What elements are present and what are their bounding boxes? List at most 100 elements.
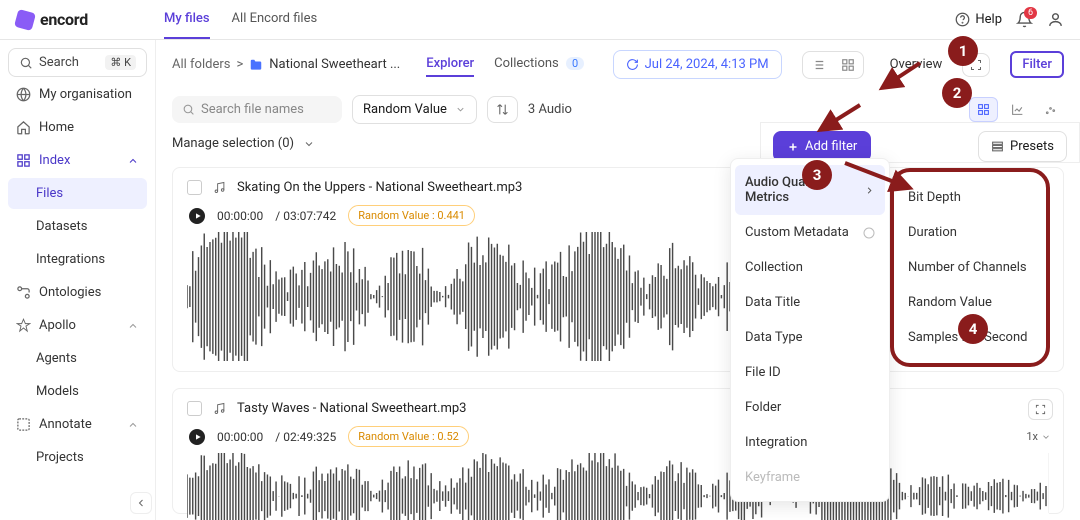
sidebar-item-ontologies[interactable]: Ontologies: [8, 277, 147, 308]
collections-count: 0: [566, 57, 584, 70]
sidebar-projects-label: Projects: [36, 450, 84, 465]
sidebar-integrations-label: Integrations: [36, 252, 105, 267]
filter-option-custom[interactable]: Custom Metadata: [731, 215, 889, 250]
file-checkbox[interactable]: [187, 401, 202, 416]
filter-option-file-id[interactable]: File ID: [731, 355, 889, 390]
sidebar-item-models[interactable]: Models: [8, 376, 147, 407]
play-button[interactable]: [189, 429, 205, 445]
random-value-pill: Random Value : 0.52: [348, 426, 469, 447]
home-icon: [16, 120, 31, 135]
sort-label: Random Value: [363, 102, 447, 117]
scatter-icon[interactable]: [1037, 98, 1064, 121]
duration-time: / 03:07:742: [275, 209, 336, 223]
tab-explorer[interactable]: Explorer: [426, 52, 474, 77]
sidebar-group-index[interactable]: Index: [8, 145, 147, 176]
annotation-arrow: [870, 58, 930, 98]
audio-file-icon: [212, 180, 227, 195]
help-link[interactable]: Help: [955, 12, 1002, 27]
expand-card-button[interactable]: [1028, 399, 1053, 420]
file-checkbox[interactable]: [187, 180, 202, 195]
manage-selection-label: Manage selection (0): [172, 136, 294, 151]
submenu-duration[interactable]: Duration: [894, 215, 1046, 250]
add-filter-label: Add filter: [805, 139, 857, 154]
annotation-3: 3: [802, 160, 832, 190]
date-filter-pill[interactable]: Jul 24, 2024, 4:13 PM: [613, 50, 782, 79]
submenu-channels[interactable]: Number of Channels: [894, 250, 1046, 285]
logo-icon: [14, 8, 36, 30]
filter-option-folder[interactable]: Folder: [731, 390, 889, 425]
presets-button[interactable]: Presets: [978, 131, 1067, 162]
layout-grid-active[interactable]: [969, 97, 998, 122]
sidebar-group-apollo[interactable]: Apollo: [8, 310, 147, 341]
sidebar-item-datasets[interactable]: Datasets: [8, 211, 147, 242]
sidebar-item-files[interactable]: Files: [8, 178, 147, 209]
file-count: 3 Audio: [528, 102, 572, 117]
index-icon: [16, 153, 31, 168]
filter-tab[interactable]: Filter: [1010, 51, 1064, 78]
brand-text: encord: [40, 10, 88, 29]
tab-collections[interactable]: Collections 0: [494, 52, 584, 77]
grid-view-icon[interactable]: [833, 52, 863, 78]
play-button[interactable]: [189, 208, 205, 224]
sidebar-datasets-label: Datasets: [36, 219, 88, 234]
filter-option-integration[interactable]: Integration: [731, 425, 889, 460]
search-file-names-input[interactable]: Search file names: [172, 96, 342, 123]
audio-file-icon: [212, 401, 227, 416]
date-label: Jul 24, 2024, 4:13 PM: [645, 57, 769, 72]
breadcrumb-sep: >: [236, 57, 243, 72]
file-title: Skating On the Uppers - National Sweethe…: [237, 180, 522, 195]
file-card: Tasty Waves - National Sweetheart.mp3 00…: [172, 388, 1064, 514]
tab-all-files[interactable]: All Encord files: [232, 0, 318, 39]
sidebar-item-agents[interactable]: Agents: [8, 343, 147, 374]
sidebar-group-annotate[interactable]: Annotate: [8, 409, 147, 440]
search-files-placeholder: Search file names: [201, 102, 304, 117]
annotation-4: 4: [958, 314, 988, 344]
annotation-arrow: [810, 100, 870, 140]
notifications-button[interactable]: 6: [1016, 11, 1033, 28]
collapse-sidebar-button[interactable]: [130, 492, 152, 514]
filter-option-data-type[interactable]: Data Type: [731, 320, 889, 355]
list-view-icon[interactable]: [803, 52, 833, 78]
chevron-up-icon: [127, 419, 139, 431]
chart-icon[interactable]: [1004, 98, 1031, 121]
filter-option-collection[interactable]: Collection: [731, 250, 889, 285]
tab-collections-label: Collections: [494, 56, 559, 71]
search-label: Search: [39, 55, 79, 70]
search-input[interactable]: Search ⌘ K: [8, 48, 147, 77]
sidebar-models-label: Models: [36, 384, 79, 399]
duration-time: / 02:49:325: [275, 430, 336, 444]
random-value-pill: Random Value : 0.441: [348, 205, 475, 226]
sidebar-index-label: Index: [39, 153, 70, 168]
sidebar-item-integrations[interactable]: Integrations: [8, 244, 147, 275]
notif-badge: 6: [1024, 7, 1037, 19]
ontology-icon: [16, 285, 31, 300]
chevron-up-icon: [127, 320, 139, 332]
file-title: Tasty Waves - National Sweetheart.mp3: [237, 401, 466, 416]
help-label: Help: [975, 12, 1002, 27]
zoom-value: 1x: [1026, 430, 1038, 443]
profile-icon[interactable]: [1047, 11, 1064, 28]
filter-option-data-title[interactable]: Data Title: [731, 285, 889, 320]
zoom-control[interactable]: 1x: [1026, 430, 1051, 443]
presets-label: Presets: [1010, 139, 1054, 154]
filter-dropdown: Audio Quality Metrics Custom Metadata Co…: [730, 158, 890, 502]
tab-my-files[interactable]: My files: [164, 0, 210, 39]
globe-icon: [16, 87, 31, 102]
breadcrumb-root: All folders: [172, 57, 230, 72]
sidebar-ontologies-label: Ontologies: [39, 285, 101, 300]
sidebar-item-home[interactable]: Home: [8, 112, 147, 143]
sort-select[interactable]: Random Value: [352, 95, 477, 124]
sort-direction-button[interactable]: [487, 96, 518, 123]
sidebar-org-label: My organisation: [39, 87, 132, 102]
search-kbd: ⌘ K: [105, 55, 136, 70]
waveform[interactable]: [187, 453, 1049, 513]
sidebar-item-projects[interactable]: Projects: [8, 442, 147, 473]
view-toggle[interactable]: [802, 51, 864, 79]
filter-option-keyframe[interactable]: Keyframe: [731, 460, 889, 495]
annotate-icon: [16, 417, 31, 432]
brand-logo: encord: [16, 10, 156, 29]
sidebar-annotate-label: Annotate: [39, 417, 92, 432]
playhead-time: 00:00:00: [217, 209, 263, 223]
breadcrumb[interactable]: All folders > National Sweetheart ...: [172, 57, 400, 72]
sidebar-item-org[interactable]: My organisation: [8, 79, 147, 110]
